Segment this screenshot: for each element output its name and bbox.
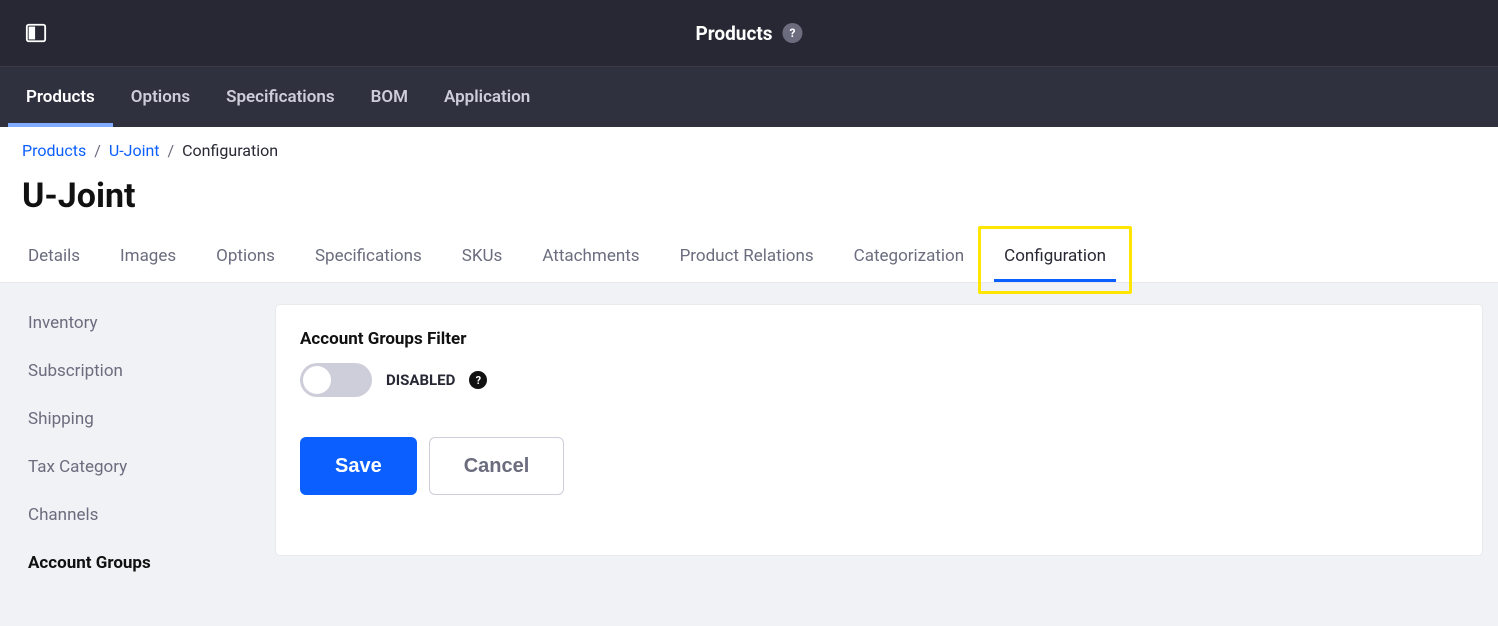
- field-label-account-groups-filter: Account Groups Filter: [300, 329, 1458, 349]
- account-groups-filter-toggle[interactable]: [300, 363, 372, 397]
- tab-label: Options: [216, 246, 275, 266]
- breadcrumb-ujoint[interactable]: U-Joint: [109, 141, 160, 160]
- app-title: Products: [695, 22, 772, 45]
- toggle-knob: [303, 366, 331, 394]
- nav-label: Specifications: [226, 87, 335, 107]
- product-tabs: Details Images Options Specifications SK…: [0, 234, 1498, 283]
- tab-skus[interactable]: SKUs: [442, 234, 523, 282]
- nav-products[interactable]: Products: [8, 67, 113, 127]
- side-item-label: Subscription: [28, 361, 123, 381]
- save-button[interactable]: Save: [300, 437, 417, 495]
- account-groups-card: Account Groups Filter DISABLED ? Save Ca…: [276, 305, 1482, 555]
- side-item-label: Tax Category: [28, 457, 127, 477]
- tab-label: Product Relations: [680, 246, 814, 266]
- tab-attachments[interactable]: Attachments: [522, 234, 659, 282]
- tab-details[interactable]: Details: [8, 234, 100, 282]
- side-item-inventory[interactable]: Inventory: [0, 299, 276, 347]
- tab-product-relations[interactable]: Product Relations: [660, 234, 834, 282]
- side-item-subscription[interactable]: Subscription: [0, 347, 276, 395]
- nav-options[interactable]: Options: [113, 67, 208, 127]
- toggle-row: DISABLED ?: [300, 363, 1458, 397]
- tab-options[interactable]: Options: [196, 234, 295, 282]
- tab-label: Details: [28, 246, 80, 266]
- tab-configuration[interactable]: Configuration: [984, 234, 1126, 282]
- nav-label: Options: [131, 87, 190, 107]
- info-icon[interactable]: ?: [469, 371, 487, 389]
- breadcrumb-products[interactable]: Products: [22, 141, 86, 160]
- help-icon[interactable]: ?: [783, 23, 803, 43]
- cancel-button[interactable]: Cancel: [429, 437, 565, 495]
- page-title: U-Joint: [0, 166, 1498, 234]
- side-item-label: Inventory: [28, 313, 98, 333]
- tab-label: Specifications: [315, 246, 422, 266]
- tab-categorization[interactable]: Categorization: [834, 234, 984, 282]
- nav-label: BOM: [371, 87, 408, 107]
- side-nav: Inventory Subscription Shipping Tax Cate…: [0, 283, 276, 626]
- side-item-tax-category[interactable]: Tax Category: [0, 443, 276, 491]
- topbar: Products ?: [0, 0, 1498, 67]
- tab-label: Images: [120, 246, 176, 266]
- tab-images[interactable]: Images: [100, 234, 196, 282]
- button-label: Save: [335, 455, 382, 478]
- page-header-title: Products ?: [695, 22, 802, 45]
- side-item-shipping[interactable]: Shipping: [0, 395, 276, 443]
- breadcrumb-current: Configuration: [182, 141, 278, 160]
- tab-label: Configuration: [1004, 246, 1106, 266]
- side-item-label: Channels: [28, 505, 98, 525]
- tab-label: Categorization: [854, 246, 964, 266]
- tab-label: SKUs: [462, 246, 503, 266]
- side-item-label: Shipping: [28, 409, 94, 429]
- toggle-state-label: DISABLED: [386, 371, 455, 389]
- breadcrumb-separator: /: [94, 141, 101, 160]
- breadcrumb: Products / U-Joint / Configuration: [0, 127, 1498, 166]
- side-item-account-groups[interactable]: Account Groups: [0, 539, 276, 587]
- nav-application[interactable]: Application: [426, 67, 548, 127]
- nav-specifications[interactable]: Specifications: [208, 67, 353, 127]
- tab-label: Attachments: [542, 246, 639, 266]
- side-item-label: Account Groups: [28, 553, 151, 573]
- content-area: Inventory Subscription Shipping Tax Cate…: [0, 283, 1498, 626]
- nav-label: Products: [26, 87, 95, 107]
- breadcrumb-separator: /: [168, 141, 175, 160]
- tab-specifications[interactable]: Specifications: [295, 234, 442, 282]
- panel-toggle-icon[interactable]: [24, 21, 48, 45]
- nav-bom[interactable]: BOM: [353, 67, 426, 127]
- form-actions: Save Cancel: [300, 437, 1458, 495]
- side-item-channels[interactable]: Channels: [0, 491, 276, 539]
- button-label: Cancel: [464, 455, 530, 478]
- main-nav: Products Options Specifications BOM Appl…: [0, 67, 1498, 127]
- main-panel: Account Groups Filter DISABLED ? Save Ca…: [276, 283, 1498, 626]
- nav-label: Application: [444, 87, 530, 107]
